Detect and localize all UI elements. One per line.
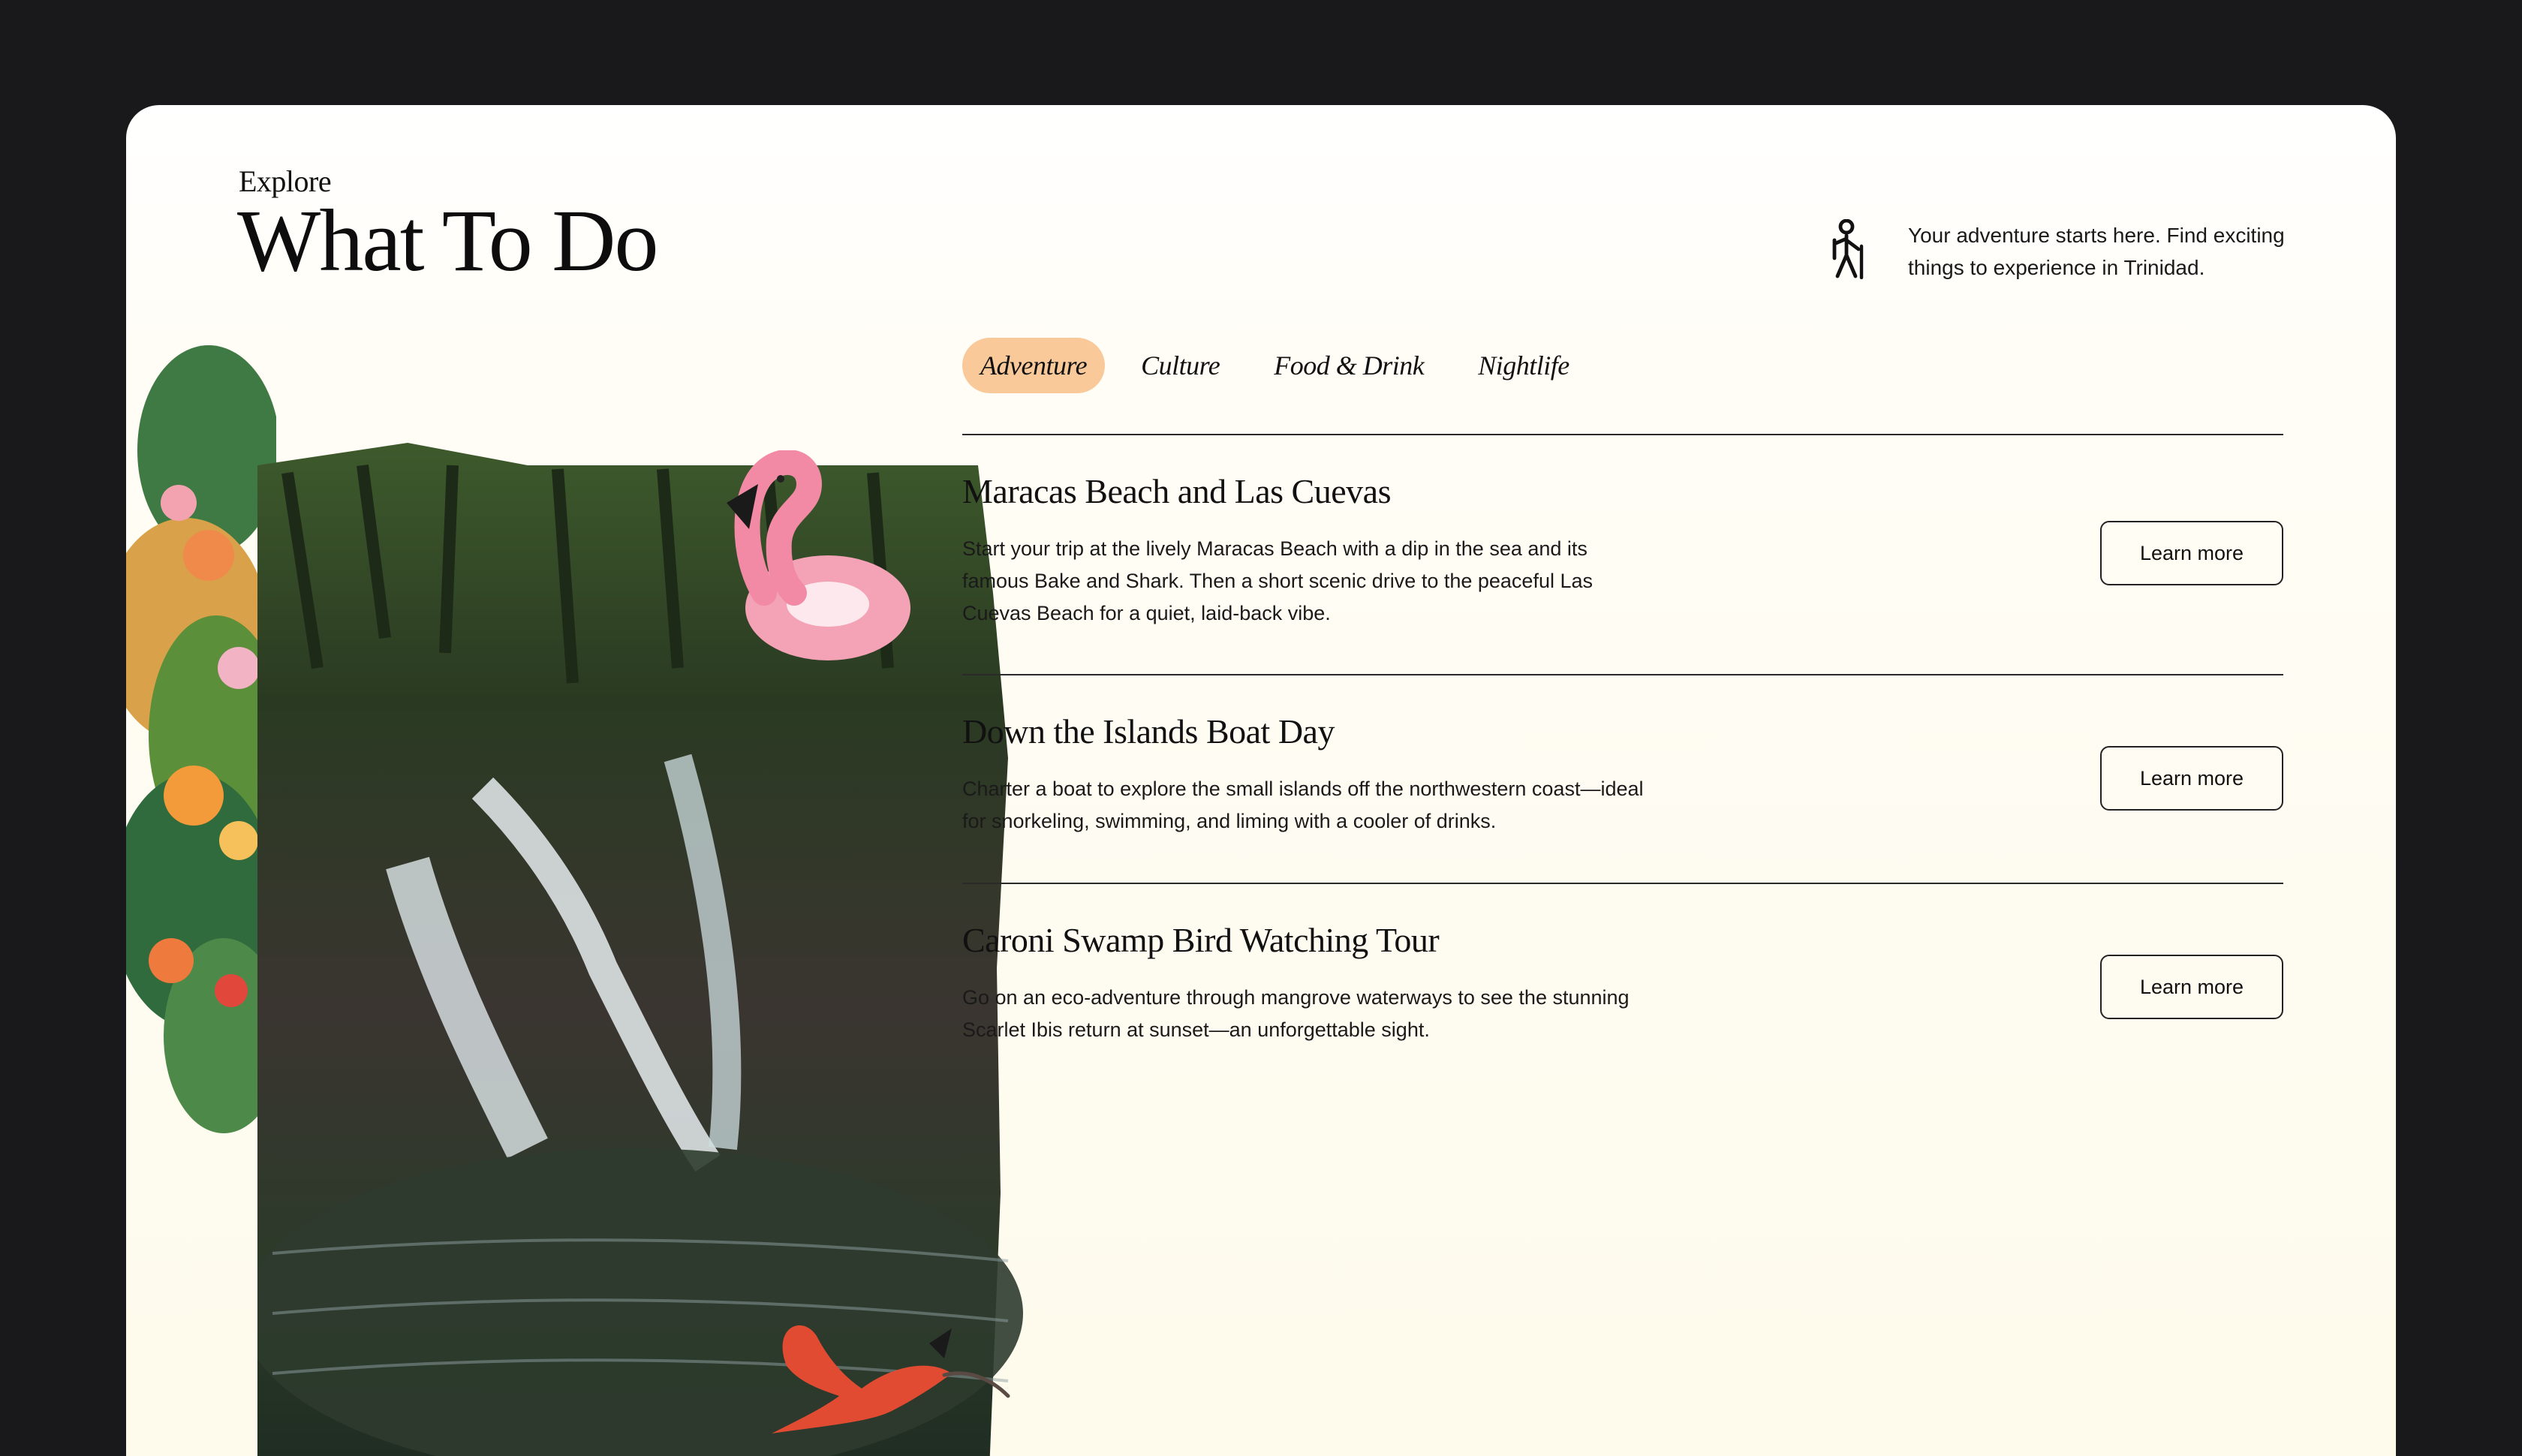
tab-food-drink[interactable]: Food & Drink — [1256, 338, 1442, 393]
learn-more-button[interactable]: Learn more — [2100, 521, 2283, 585]
intro-block: Your adventure starts here. Find excitin… — [1828, 219, 2298, 284]
list-item: Maracas Beach and Las Cuevas Start your … — [962, 434, 2283, 674]
activity-title: Down the Islands Boat Day — [962, 712, 1335, 751]
tab-adventure[interactable]: Adventure — [962, 338, 1106, 393]
category-tabs: Adventure Culture Food & Drink Nightlife — [962, 338, 1588, 393]
list-item: Caroni Swamp Bird Watching Tour Go on an… — [962, 883, 2283, 1091]
flamingo-float-image — [727, 450, 910, 660]
hiker-icon — [1832, 219, 1864, 279]
scarlet-ibis-image — [772, 1325, 1010, 1433]
tab-culture[interactable]: Culture — [1123, 338, 1238, 393]
tropical-foliage-image — [126, 345, 276, 1133]
activity-title: Maracas Beach and Las Cuevas — [962, 472, 1391, 510]
collage — [126, 315, 1027, 1456]
learn-more-button[interactable]: Learn more — [2100, 955, 2283, 1019]
activity-description: Charter a boat to explore the small isla… — [962, 778, 1644, 832]
activity-description: Start your trip at the lively Maracas Be… — [962, 537, 1593, 624]
learn-more-button[interactable]: Learn more — [2100, 746, 2283, 811]
activity-title: Caroni Swamp Bird Watching Tour — [962, 921, 1440, 959]
tab-nightlife[interactable]: Nightlife — [1460, 338, 1588, 393]
activity-list: Maracas Beach and Las Cuevas Start your … — [962, 434, 2283, 1091]
intro-text: Your adventure starts here. Find excitin… — [1908, 224, 2285, 279]
activity-description: Go on an eco-adventure through mangrove … — [962, 986, 1630, 1041]
waterfall-image — [257, 443, 1031, 1456]
content-card: Explore What To Do Your adventure starts… — [126, 105, 2396, 1456]
list-item: Down the Islands Boat Day Charter a boat… — [962, 674, 2283, 883]
page-title: What To Do — [237, 191, 658, 290]
